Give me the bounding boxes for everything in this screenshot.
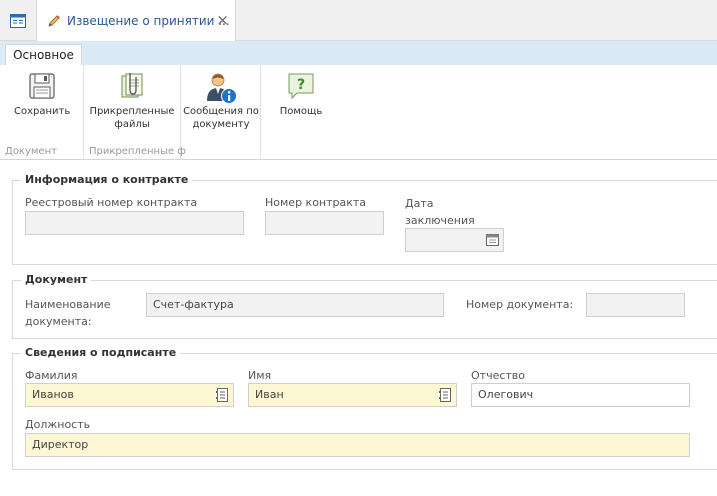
contract-number-label: Номер контракта xyxy=(265,196,367,209)
calendar-icon[interactable] xyxy=(486,233,499,246)
attached-files-label: Прикрепленные файлы xyxy=(89,106,175,130)
window-list-icon xyxy=(10,13,26,28)
tab-title: Извещение о принятии ... xyxy=(67,13,230,28)
conclusion-date-label: Дата заключения xyxy=(405,197,475,227)
position-field[interactable]: Директор xyxy=(25,433,690,457)
dictionary-lookup-icon[interactable] xyxy=(439,388,452,402)
tab-home[interactable] xyxy=(0,0,37,41)
first-name-label: Имя xyxy=(248,369,272,382)
document-name-label: Наименование документа: xyxy=(25,298,111,328)
middle-name-field[interactable]: Олегович xyxy=(471,383,690,407)
help-bubble-icon: ? xyxy=(288,73,314,100)
attached-files-button[interactable]: Прикрепленные файлы xyxy=(88,71,176,131)
document-messages-label: Сообщения по документу xyxy=(183,106,259,130)
document-messages-button[interactable]: Сообщения по документу xyxy=(183,71,259,131)
last-name-field[interactable]: Иванов xyxy=(25,383,234,407)
help-button-label: Помощь xyxy=(279,106,323,117)
position-label: Должность xyxy=(25,418,91,431)
contract-number-field[interactable] xyxy=(265,211,384,235)
save-button[interactable]: Сохранить xyxy=(14,71,70,118)
registry-number-field[interactable] xyxy=(25,211,244,235)
first-name-value: Иван xyxy=(255,388,284,401)
dictionary-lookup-icon[interactable] xyxy=(216,388,229,402)
ribbon-group-document: Сохранить Документ xyxy=(0,65,84,160)
middle-name-label: Отчество xyxy=(471,369,526,382)
ribbon-group-help: ? Помощь xyxy=(261,65,341,160)
ribbon-group-label: Прикрепленные ф xyxy=(89,146,186,157)
floppy-disk-icon xyxy=(29,73,55,99)
tab-notice[interactable]: Извещение о принятии ... × xyxy=(37,0,236,41)
user-info-icon xyxy=(207,73,237,104)
section-title: Сведения о подписанте xyxy=(21,346,181,359)
contract-info-section: Информация о контракте Реестровый номер … xyxy=(12,173,717,265)
last-name-label: Фамилия xyxy=(25,369,78,382)
signer-section: Сведения о подписанте Фамилия Иванов Имя… xyxy=(12,346,717,470)
pencil-icon xyxy=(48,14,60,27)
ribbon-group-messages: Сообщения по документу xyxy=(181,65,261,160)
conclusion-date-field[interactable] xyxy=(405,228,504,252)
first-name-field[interactable]: Иван xyxy=(248,383,457,407)
close-icon[interactable]: × xyxy=(216,11,229,29)
section-title: Информация о контракте xyxy=(21,173,193,186)
paperclip-document-icon xyxy=(121,73,143,98)
document-tabs-bar: Извещение о принятии ... × xyxy=(0,0,717,41)
ribbon-tabs: Основное xyxy=(0,41,717,66)
help-button[interactable]: ? Помощь xyxy=(267,71,335,118)
registry-number-label: Реестровый номер контракта xyxy=(25,196,198,209)
document-name-field[interactable]: Счет-фактура xyxy=(146,293,444,317)
save-button-label: Сохранить xyxy=(14,106,71,117)
svg-text:?: ? xyxy=(297,77,305,93)
document-section: Документ Наименование документа: Счет-фа… xyxy=(12,273,717,339)
ribbon-group-label: Документ xyxy=(5,146,57,157)
last-name-value: Иванов xyxy=(32,388,74,401)
section-title: Документ xyxy=(21,273,92,286)
ribbon-group-attachments: Прикрепленные файлы Прикрепленные ф xyxy=(84,65,186,160)
ribbon: Сохранить Документ Прикрепленные файлы П… xyxy=(0,65,717,160)
tab-main[interactable]: Основное xyxy=(5,44,82,66)
document-number-label: Номер документа: xyxy=(466,298,574,311)
document-number-field[interactable] xyxy=(586,293,685,317)
